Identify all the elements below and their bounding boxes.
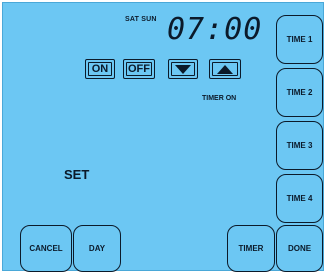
time-3-button[interactable]: TIME 3 [276,121,323,170]
up-button-frame [212,62,238,76]
on-button[interactable]: ON [85,59,115,79]
down-button-frame [171,62,195,76]
on-button-frame [88,62,112,76]
time-4-button[interactable]: TIME 4 [276,174,323,223]
timer-label: TIMER [238,244,264,253]
day-button[interactable]: DAY [73,225,121,272]
time-3-label: TIME 3 [286,141,313,150]
day-indicator: SAT SUN [125,16,157,23]
time-1-label: TIME 1 [286,35,313,44]
off-button-frame [126,62,152,76]
timer-status: TIMER ON [202,95,237,102]
time-1-button[interactable]: TIME 1 [276,15,323,64]
day-label: DAY [88,244,106,253]
time-4-label: TIME 4 [286,194,313,203]
done-label: DONE [287,244,312,253]
up-arrow-button[interactable] [209,59,241,79]
clock-display: 07:00 [167,12,263,47]
down-arrow-button[interactable] [168,59,198,79]
cancel-label: CANCEL [29,244,63,253]
done-button[interactable]: DONE [276,225,323,272]
off-button[interactable]: OFF [123,59,155,79]
time-2-button[interactable]: TIME 2 [276,68,323,117]
mode-label: SET [64,167,90,182]
cancel-button[interactable]: CANCEL [20,225,72,272]
time-2-label: TIME 2 [286,88,313,97]
timer-button[interactable]: TIMER [227,225,275,272]
thermostat-screen: SAT SUN 07:00 ON OFF TIMER ON SET TIME 1… [2,2,324,272]
